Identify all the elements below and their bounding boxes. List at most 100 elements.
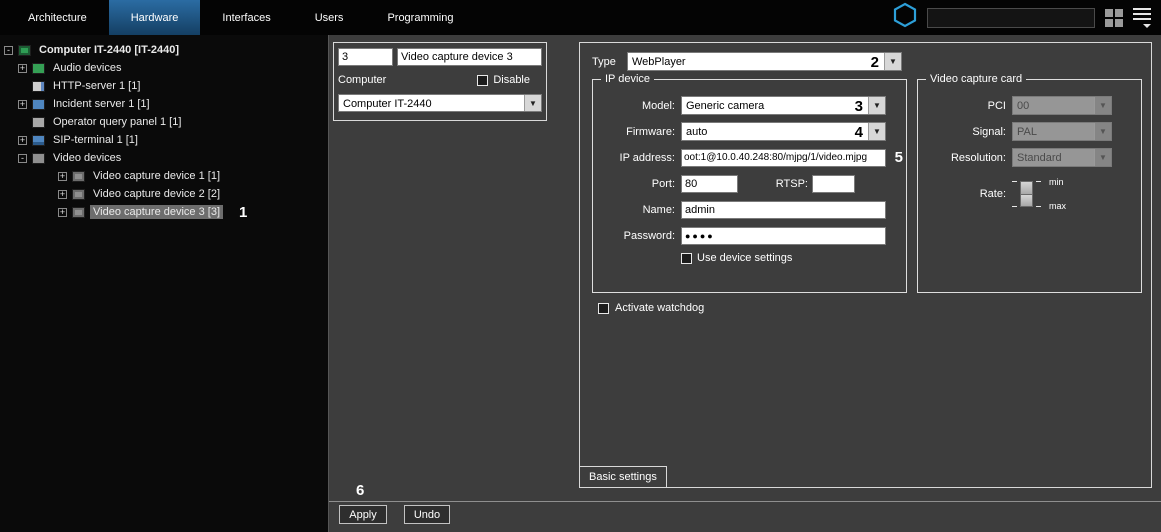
rate-min-label: min bbox=[1049, 177, 1064, 187]
chevron-down-icon: ▼ bbox=[1094, 149, 1111, 166]
use-device-settings-label: Use device settings bbox=[697, 252, 793, 264]
object-name-input[interactable] bbox=[397, 48, 542, 66]
object-number-input[interactable] bbox=[338, 48, 393, 66]
video-devices-icon bbox=[32, 152, 45, 164]
resolution-select-value: Standard bbox=[1017, 152, 1062, 164]
menu-item-users[interactable]: Users bbox=[293, 0, 366, 35]
rate-spinner-handle[interactable] bbox=[1020, 181, 1033, 207]
menu-item-hardware[interactable]: Hardware bbox=[108, 0, 201, 35]
rtsp-label: RTSP: bbox=[775, 177, 808, 190]
hamburger-menu-icon[interactable] bbox=[1133, 7, 1151, 28]
name-label: Name: bbox=[642, 203, 675, 216]
computer-select[interactable]: Computer IT-2440 ▼ bbox=[338, 94, 542, 112]
main-area: Computer Disable Computer IT-2440 ▼ Type… bbox=[328, 35, 1161, 532]
resolution-select: Standard ▼ bbox=[1012, 148, 1112, 167]
firmware-label: Firmware: bbox=[626, 125, 675, 138]
annotation-4: 4 bbox=[854, 124, 863, 141]
disable-checkbox[interactable] bbox=[477, 74, 489, 86]
ip-device-group: IP device Model: Generic camera 3 ▼ Firm… bbox=[592, 73, 907, 293]
tree-item-incident-server[interactable]: + Incident server 1 [1] bbox=[0, 95, 328, 113]
tree-item-computer[interactable]: - Computer IT-2440 [IT-2440] bbox=[0, 41, 328, 59]
computer-select-value: Computer IT-2440 bbox=[343, 97, 432, 110]
ip-device-group-title: IP device bbox=[601, 73, 655, 86]
use-device-settings-checkbox[interactable] bbox=[681, 252, 692, 264]
collapse-icon[interactable]: - bbox=[4, 45, 13, 55]
computer-icon bbox=[18, 44, 31, 56]
tree-item-video-capture-2[interactable]: + Video capture device 2 [2] bbox=[0, 185, 328, 203]
chevron-down-icon[interactable]: ▼ bbox=[524, 95, 541, 111]
footer-divider bbox=[329, 501, 1161, 502]
camera-icon bbox=[72, 170, 85, 182]
tab-basic-settings[interactable]: Basic settings bbox=[579, 466, 667, 488]
menu-item-interfaces[interactable]: Interfaces bbox=[200, 0, 292, 35]
tree-item-label: Audio devices bbox=[53, 62, 122, 74]
apply-button[interactable]: Apply bbox=[339, 505, 387, 524]
tree-item-label: Video devices bbox=[53, 152, 122, 164]
device-tree: - Computer IT-2440 [IT-2440] + Audio dev… bbox=[0, 35, 328, 532]
object-id-panel: Computer Disable Computer IT-2440 ▼ bbox=[333, 42, 547, 121]
password-label: Password: bbox=[623, 229, 675, 242]
undo-button[interactable]: Undo bbox=[404, 505, 450, 524]
tree-item-label: Video capture device 1 [1] bbox=[93, 170, 220, 182]
expand-icon[interactable]: + bbox=[58, 171, 67, 181]
chevron-down-icon: ▼ bbox=[1094, 97, 1111, 114]
tree-item-video-capture-1[interactable]: + Video capture device 1 [1] bbox=[0, 167, 328, 185]
tree-item-audio-devices[interactable]: + Audio devices bbox=[0, 59, 328, 77]
tree-item-http-server[interactable]: HTTP-server 1 [1] bbox=[0, 77, 328, 95]
rtsp-input[interactable] bbox=[812, 174, 855, 193]
tree-item-sip-terminal[interactable]: + SIP-terminal 1 [1] bbox=[0, 131, 328, 149]
expand-icon[interactable]: + bbox=[18, 135, 27, 145]
tree-item-label: Video capture device 2 [2] bbox=[93, 188, 220, 200]
type-label: Type bbox=[592, 55, 616, 68]
password-input[interactable] bbox=[681, 226, 886, 245]
audio-devices-icon bbox=[32, 62, 45, 74]
firmware-select[interactable]: auto 4 ▼ bbox=[681, 122, 886, 141]
tree-item-label: Computer IT-2440 [IT-2440] bbox=[39, 44, 179, 56]
firmware-select-value: auto bbox=[686, 126, 708, 138]
settings-panel: Type WebPlayer 2 ▼ IP device Model: Gene… bbox=[579, 42, 1152, 488]
type-select[interactable]: WebPlayer 2 ▼ bbox=[627, 52, 902, 71]
chevron-down-icon: ▼ bbox=[1094, 123, 1111, 140]
tree-item-operator-query-panel[interactable]: Operator query panel 1 [1] bbox=[0, 113, 328, 131]
signal-select-value: PAL bbox=[1017, 126, 1037, 138]
expand-icon[interactable]: + bbox=[58, 207, 67, 217]
annotation-6: 6 bbox=[356, 482, 365, 499]
layout-grid-icon[interactable] bbox=[1105, 8, 1123, 27]
menu-item-architecture[interactable]: Architecture bbox=[6, 0, 109, 35]
activate-watchdog-checkbox[interactable] bbox=[598, 302, 609, 314]
expand-icon[interactable]: + bbox=[58, 189, 67, 199]
username-input[interactable] bbox=[681, 200, 886, 219]
tree-item-label: Video capture device 3 [3] bbox=[90, 205, 223, 219]
chevron-down-icon[interactable]: ▼ bbox=[868, 123, 885, 140]
top-menu-bar: Architecture Hardware Interfaces Users P… bbox=[0, 0, 1161, 35]
model-select[interactable]: Generic camera 3 ▼ bbox=[681, 96, 886, 115]
rate-max-label: max bbox=[1049, 201, 1067, 211]
rate-slider[interactable]: min max bbox=[1012, 177, 1066, 211]
rate-label: Rate: bbox=[979, 188, 1006, 200]
menu-item-programming[interactable]: Programming bbox=[365, 0, 475, 35]
disable-label: Disable bbox=[493, 74, 530, 86]
expand-icon[interactable]: + bbox=[18, 63, 27, 73]
type-select-value: WebPlayer bbox=[632, 56, 686, 68]
model-select-value: Generic camera bbox=[686, 100, 765, 112]
video-capture-card-title: Video capture card bbox=[926, 73, 1027, 86]
collapse-icon[interactable]: - bbox=[18, 153, 27, 163]
annotation-3: 3 bbox=[854, 98, 863, 115]
chevron-down-icon[interactable]: ▼ bbox=[868, 97, 885, 114]
tree-item-label: Incident server 1 [1] bbox=[53, 98, 150, 110]
tree-item-label: Operator query panel 1 [1] bbox=[53, 116, 182, 128]
video-capture-card-group: Video capture card PCI 00 ▼ Signal: PAL … bbox=[917, 73, 1142, 293]
port-input[interactable] bbox=[681, 174, 738, 193]
header-search-input[interactable] bbox=[927, 7, 1095, 28]
expand-icon[interactable]: + bbox=[18, 99, 27, 109]
pci-select: 00 ▼ bbox=[1012, 96, 1112, 115]
camera-icon bbox=[72, 188, 85, 200]
tree-item-video-devices[interactable]: - Video devices bbox=[0, 149, 328, 167]
tree-item-video-capture-3[interactable]: + Video capture device 3 [3] 1 bbox=[0, 203, 328, 221]
chevron-down-icon[interactable]: ▼ bbox=[884, 53, 901, 70]
incident-server-icon bbox=[32, 98, 45, 110]
annotation-1: 1 bbox=[239, 203, 248, 221]
resolution-label: Resolution: bbox=[950, 151, 1006, 164]
signal-label: Signal: bbox=[972, 125, 1006, 138]
ip-address-input[interactable] bbox=[681, 148, 886, 167]
